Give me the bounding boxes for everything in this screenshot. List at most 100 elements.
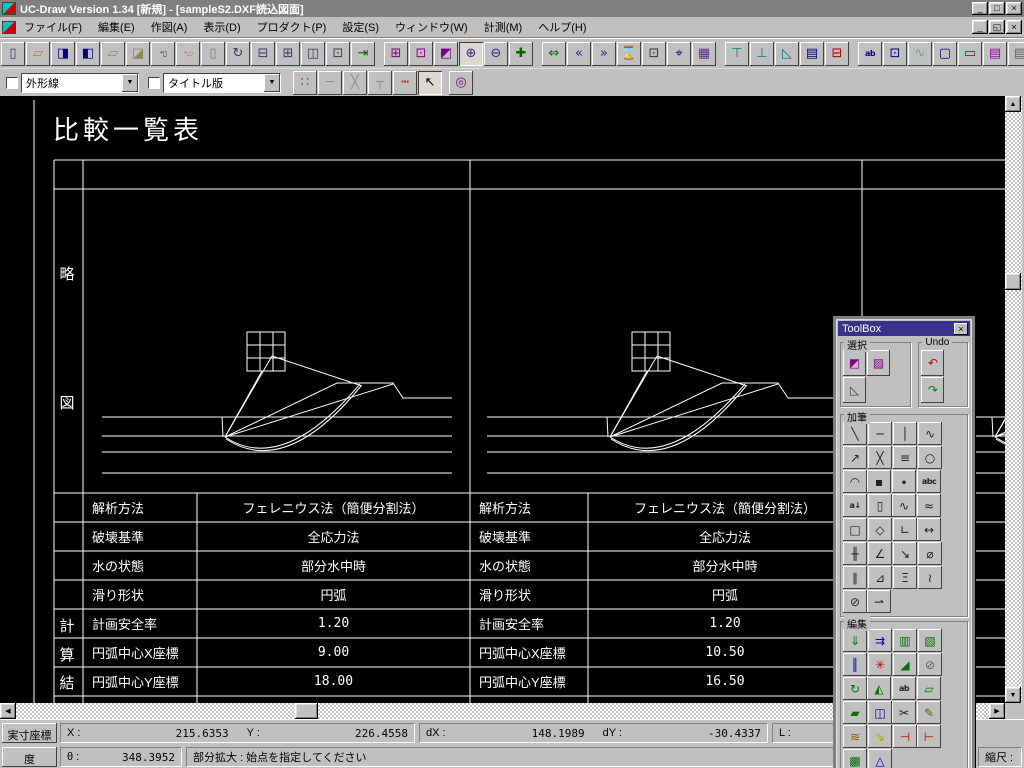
print-frame-button[interactable]: ◫ (301, 42, 325, 66)
menu-item[interactable]: 表示(D) (195, 16, 248, 38)
toolbox-title-bar[interactable]: ToolBox × (838, 321, 970, 336)
close-button[interactable]: × (1006, 2, 1022, 15)
draw-polygon-button[interactable]: ◇ (868, 518, 892, 541)
dimension-group-button[interactable]: ╫ (843, 542, 867, 565)
draw-vline-button[interactable]: │ (893, 422, 917, 445)
edit-cut-button[interactable]: ✂ (892, 701, 916, 724)
dimension-h-button[interactable]: ↔ (917, 518, 941, 541)
draw-text-box-button[interactable]: ▯ (868, 494, 892, 517)
product-bolt-button[interactable]: ⊥ (750, 42, 774, 66)
draw-arrow-button[interactable]: ↗ (843, 446, 867, 469)
zoom-window-button[interactable]: ⊡ (409, 42, 433, 66)
delete-sheet-button[interactable]: ▯ (201, 42, 225, 66)
edit-copy-element-button[interactable]: ▥ (893, 629, 917, 652)
paper-width-button[interactable]: ▭ (958, 42, 982, 66)
snap-line-button[interactable]: ─ (318, 71, 342, 95)
draw-circle-button[interactable]: ○ (918, 446, 942, 469)
menu-item[interactable]: ファイル(F) (16, 16, 90, 38)
edit-hatch-fill-button[interactable]: ▩ (843, 749, 867, 768)
menu-item[interactable]: ヘルプ(H) (530, 16, 594, 38)
edit-hatch-button[interactable]: ║ (843, 653, 867, 676)
zoom-fit-button[interactable]: ✚ (509, 42, 533, 66)
redraw-button[interactable]: ⌛ (617, 42, 641, 66)
vertical-scrollbar[interactable]: ▲ ▼ (1005, 96, 1022, 703)
rotate-sheet-button[interactable]: ↻ (226, 42, 250, 66)
exit-button[interactable]: ⇥ (351, 42, 375, 66)
undo-button[interactable]: ↶ (921, 350, 944, 376)
draw-hline-button[interactable]: ─ (868, 422, 892, 445)
minimize-button[interactable]: _ (972, 2, 988, 15)
product-print-button[interactable]: ⊟ (825, 42, 849, 66)
edit-explode-button[interactable]: ✳ (868, 653, 892, 676)
product-pier-button[interactable]: ⊤ (725, 42, 749, 66)
draw-text-button[interactable]: abc (917, 470, 941, 493)
select-polygon-button[interactable]: ◺ (843, 377, 866, 403)
draw-spline-button[interactable]: ≈ (917, 494, 941, 517)
edit-copy-button[interactable]: ⇉ (868, 629, 892, 652)
dimension-angle-button[interactable]: ∠ (868, 542, 892, 565)
print-frame-dashed-button[interactable]: ⊡ (326, 42, 350, 66)
layer-filter-checkbox[interactable] (148, 77, 160, 89)
mdi-minimize-button[interactable]: _ (972, 20, 988, 34)
edit-rotate-button[interactable]: ↻ (843, 677, 867, 700)
draw-symbol-wave-button[interactable]: ≀ (918, 566, 942, 589)
draw-vertical-text-button[interactable]: a↓ (843, 494, 867, 517)
layer-combo[interactable]: タイトル版 ▼ (163, 73, 281, 93)
edit-polyline-button[interactable]: △ (868, 749, 892, 768)
layer-list-button[interactable]: ▤ (1008, 42, 1024, 66)
snap-endpoint-button[interactable]: ┬ (368, 71, 392, 95)
export-delete-button[interactable]: ◪ (126, 42, 150, 66)
edit-move-element-button[interactable]: ▧ (918, 629, 942, 652)
dimension-leader-button[interactable]: ↘ (893, 542, 917, 565)
chevron-down-icon[interactable]: ▼ (264, 74, 280, 92)
draw-hatch-button[interactable]: ∥ (843, 566, 867, 589)
menu-item[interactable]: 設定(S) (334, 16, 387, 38)
redo-button[interactable]: ↷ (921, 377, 944, 403)
edit-save-element-button[interactable]: ◫ (868, 701, 892, 724)
chevron-down-icon[interactable]: ▼ (122, 74, 138, 92)
snap-intersection-button[interactable]: ╳ (343, 71, 367, 95)
draw-sine-button[interactable]: ∿ (892, 494, 916, 517)
draw-point-line-button[interactable]: ∙ (892, 470, 916, 493)
dimension-radius-button[interactable]: ⌀ (918, 542, 942, 565)
menu-item[interactable]: 計測(M) (476, 16, 531, 38)
angle-mode-button[interactable]: 度 (2, 747, 57, 767)
edit-move-text-button[interactable]: ▰ (843, 701, 867, 724)
element-select-button[interactable]: ◎ (449, 71, 473, 95)
zoom-page-button[interactable]: ◩ (434, 42, 458, 66)
pan-window-button[interactable]: ⊡ (642, 42, 666, 66)
draw-ellipse-button[interactable]: ⊘ (843, 590, 867, 613)
open-add-button[interactable]: ⁺▱ (176, 42, 200, 66)
draw-lshape-button[interactable]: ∟ (893, 518, 917, 541)
edit-text-button[interactable]: ab (892, 677, 916, 700)
print-button[interactable]: ⊟ (251, 42, 275, 66)
window-attribute-button[interactable]: ⊡ (883, 42, 907, 66)
draw-parallel-button[interactable]: ≡ (893, 446, 917, 469)
scroll-down-icon[interactable]: ▼ (1005, 687, 1021, 703)
product-table-button[interactable]: ▤ (800, 42, 824, 66)
menu-item[interactable]: ウィンドウ(W) (387, 16, 476, 38)
draw-line-button[interactable]: ╲ (843, 422, 867, 445)
product-footing-button[interactable]: ◺ (775, 42, 799, 66)
scroll-right-icon[interactable]: ▶ (989, 703, 1005, 719)
menu-item[interactable]: 作図(A) (143, 16, 196, 38)
open-file-button[interactable]: ▱ (26, 42, 50, 66)
display-settings-button[interactable]: ▢ (933, 42, 957, 66)
mdi-close-button[interactable]: × (1006, 20, 1022, 34)
view-previous-button[interactable]: « (567, 42, 591, 66)
menu-item[interactable]: 編集(E) (90, 16, 143, 38)
toolbox-close-icon[interactable]: × (954, 323, 968, 335)
zoom-extents-button[interactable]: ⇔ (542, 42, 566, 66)
save-all-button[interactable]: ◧ (76, 42, 100, 66)
new-sheet-button[interactable]: ⁺▯ (151, 42, 175, 66)
edit-fillet-button[interactable]: ◢ (893, 653, 917, 676)
scroll-up-icon[interactable]: ▲ (1005, 96, 1021, 112)
draw-point-button[interactable]: ▪ (867, 470, 891, 493)
coordinate-mode-button[interactable]: 実寸座標 (2, 723, 57, 743)
line-filter-checkbox[interactable] (6, 77, 18, 89)
edit-stamp-button[interactable]: ✎ (917, 701, 941, 724)
draw-rectangle-button[interactable]: □ (843, 518, 867, 541)
select-single-button[interactable]: ◩ (843, 350, 866, 376)
snap-grid-button[interactable]: ∷ (293, 71, 317, 95)
edit-layer-move-button[interactable]: ⇘ (868, 725, 892, 748)
